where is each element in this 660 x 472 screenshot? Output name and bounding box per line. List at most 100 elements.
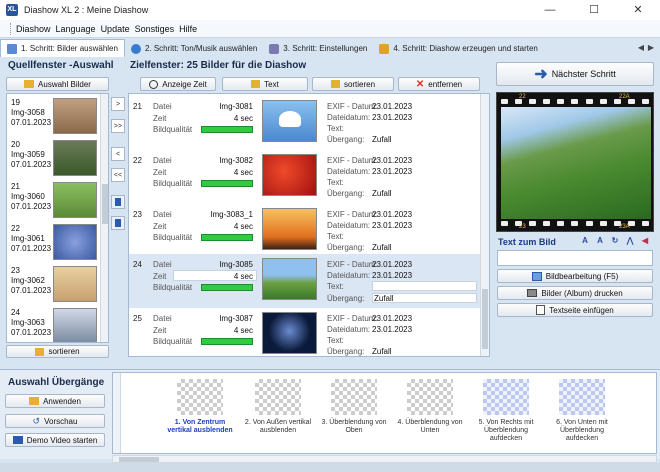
position-icon[interactable]: ◀ xyxy=(638,235,652,247)
edit-icon xyxy=(531,271,542,281)
tab-step-4[interactable]: 4. Schritt: Diashow erzeugen und starten xyxy=(373,40,544,57)
rotate-icon[interactable]: ↻ xyxy=(608,235,622,247)
menu-diashow[interactable]: Diashow xyxy=(16,24,51,34)
row-number: 23 xyxy=(133,210,142,219)
thumbnail xyxy=(53,98,97,134)
list-item[interactable]: 19 Img-3058 07.01.2023 xyxy=(7,96,101,138)
next-step-button[interactable]: ➜ Nächster Schritt xyxy=(496,62,654,86)
text-label: Text: xyxy=(327,178,344,187)
list-item[interactable]: 23 Img-3062 07.01.2023 xyxy=(7,264,101,306)
menu-sonstiges[interactable]: Sonstiges xyxy=(135,24,175,34)
image-text-input[interactable] xyxy=(497,250,653,266)
tab-scroll-left-icon[interactable]: ◀ xyxy=(636,42,646,54)
filedate-label: Dateidatum: xyxy=(327,113,371,122)
font-size-icon[interactable]: A xyxy=(593,235,607,247)
table-row[interactable]: 23 Datei Img-3083_1 Zeit 4 sec Bildquali… xyxy=(129,204,481,258)
menu-language[interactable]: Language xyxy=(56,24,96,34)
filedate-value: 23.01.2023 xyxy=(372,113,413,122)
quality-bar xyxy=(201,234,253,241)
tab-step-3[interactable]: 3. Schritt: Einstellungen xyxy=(263,40,373,57)
text-label: Text: xyxy=(327,282,344,291)
menu-update[interactable]: Update xyxy=(101,24,130,34)
list-item[interactable]: 24 Img-3063 07.01.2023 xyxy=(7,306,101,342)
image-preview: 22 22A 23 23A xyxy=(496,92,654,232)
source-list[interactable]: 19 Img-3058 07.01.2023 20 Img-3059 07.01… xyxy=(6,93,109,343)
transition-preview xyxy=(331,379,377,415)
exif-value: 23.01.2023 xyxy=(372,260,413,269)
source-scrollbar[interactable] xyxy=(100,94,108,342)
text-field[interactable] xyxy=(372,281,477,291)
transition-scrollbar[interactable] xyxy=(112,455,657,463)
filedate-value: 23.01.2023 xyxy=(372,325,413,334)
remove-all-button[interactable]: << xyxy=(111,168,125,182)
quality-bar xyxy=(201,126,253,133)
insert-text-page-button[interactable]: Textseite einfügen xyxy=(497,303,653,317)
scrollbar-thumb[interactable] xyxy=(482,289,488,349)
maximize-button[interactable]: ☐ xyxy=(572,0,616,20)
add-one-button[interactable]: > xyxy=(111,97,125,111)
transition-item[interactable]: 5. Von Rechts mit Überblendung aufdecken xyxy=(469,377,543,451)
apply-button[interactable]: Anwenden xyxy=(5,394,105,408)
table-row-selected[interactable]: 24 Datei Img-3085 Zeit 4 sec Bildqualitä… xyxy=(129,254,481,308)
target-list[interactable]: 21 Datei Img-3081 Zeit 4 sec Bildqualitä… xyxy=(128,93,490,357)
button-label: Bilder (Album) drucken xyxy=(541,288,623,298)
demo-video-button[interactable]: Demo Video starten xyxy=(5,433,105,447)
file-label: Datei xyxy=(153,314,172,323)
list-item[interactable]: 21 Img-3060 07.01.2023 xyxy=(7,180,101,222)
music-icon xyxy=(130,43,141,54)
thumbnail xyxy=(262,312,317,354)
menu-hilfe[interactable]: Hilfe xyxy=(179,24,197,34)
list-item[interactable]: 22 Img-3061 07.01.2023 xyxy=(7,222,101,264)
target-sort-button[interactable]: sortieren xyxy=(312,77,394,91)
file-label: Datei xyxy=(153,102,172,111)
select-pictures-button[interactable]: Auswahl Bilder xyxy=(6,77,109,91)
text-to-image-heading: Text zum Bild xyxy=(498,237,556,247)
display-time-button[interactable]: Anzeige Zeit xyxy=(140,77,216,91)
transition-item[interactable]: 2. Von Außen vertikal ausblenden xyxy=(241,377,315,451)
tab-label: 4. Schritt: Diashow erzeugen und starten xyxy=(393,44,538,53)
transition-list[interactable]: 1. Von Zentrum vertikal ausblenden 2. Vo… xyxy=(112,372,657,454)
text-label: Text: xyxy=(327,336,344,345)
text-page-icon xyxy=(536,305,546,315)
filedate-label: Dateidatum: xyxy=(327,325,371,334)
close-button[interactable]: ✕ xyxy=(616,0,660,20)
move-down-icon[interactable] xyxy=(111,216,125,230)
tab-scroll-right-icon[interactable]: ▶ xyxy=(646,42,656,54)
transition-label: 4. Überblendung von Unten xyxy=(397,419,463,434)
font-icon[interactable]: A xyxy=(578,235,592,247)
list-item[interactable]: 20 Img-3059 07.01.2023 xyxy=(7,138,101,180)
button-label: Nächster Schritt xyxy=(551,69,616,79)
remove-one-button[interactable]: < xyxy=(111,147,125,161)
transition-item[interactable]: 3. Überblendung von Oben xyxy=(317,377,391,451)
print-album-button[interactable]: Bilder (Album) drucken xyxy=(497,286,653,300)
table-row[interactable]: 22 Datei Img-3082 Zeit 4 sec Bildqualitä… xyxy=(129,150,481,204)
target-scrollbar[interactable] xyxy=(480,94,489,356)
transition-list-scrollbar[interactable] xyxy=(113,373,121,453)
scrollbar-thumb[interactable] xyxy=(119,457,159,462)
source-sort-button[interactable]: sortieren xyxy=(6,345,109,358)
transition-preview xyxy=(255,379,301,415)
text-label: Text: xyxy=(327,124,344,133)
align-icon[interactable]: ⋀ xyxy=(623,235,637,247)
transition-value: Zufall xyxy=(374,294,394,303)
minimize-button[interactable]: — xyxy=(528,0,572,20)
scrollbar-thumb[interactable] xyxy=(102,184,108,224)
transition-value: Zufall xyxy=(372,243,392,252)
transition-item[interactable]: 4. Überblendung von Unten xyxy=(393,377,467,451)
create-icon xyxy=(379,43,390,54)
button-label: Textseite einfügen xyxy=(549,305,614,315)
transition-item[interactable]: 1. Von Zentrum vertikal ausblenden xyxy=(163,377,237,451)
move-up-icon[interactable] xyxy=(111,195,125,209)
item-label: 20 Img-3059 07.01.2023 xyxy=(11,140,52,169)
remove-button[interactable]: ✕ entfernen xyxy=(398,77,480,91)
quality-label: Bildqualität xyxy=(153,283,193,292)
table-row[interactable]: 21 Datei Img-3081 Zeit 4 sec Bildqualitä… xyxy=(129,96,481,150)
tab-step-1[interactable]: 1. Schritt: Bilder auswählen xyxy=(0,39,125,57)
table-row[interactable]: 25 Datei Img-3087 Zeit 4 sec Bildqualitä… xyxy=(129,308,481,356)
preview-button[interactable]: ↺ Vorschau xyxy=(5,414,105,428)
text-button[interactable]: Text xyxy=(222,77,308,91)
transition-item[interactable]: 6. Von Unten mit Überblendung aufdecken xyxy=(545,377,619,451)
add-all-button[interactable]: >> xyxy=(111,119,125,133)
image-edit-button[interactable]: Bildbearbeitung (F5) xyxy=(497,269,653,283)
tab-step-2[interactable]: 2. Schritt: Ton/Musik auswählen xyxy=(125,40,263,57)
